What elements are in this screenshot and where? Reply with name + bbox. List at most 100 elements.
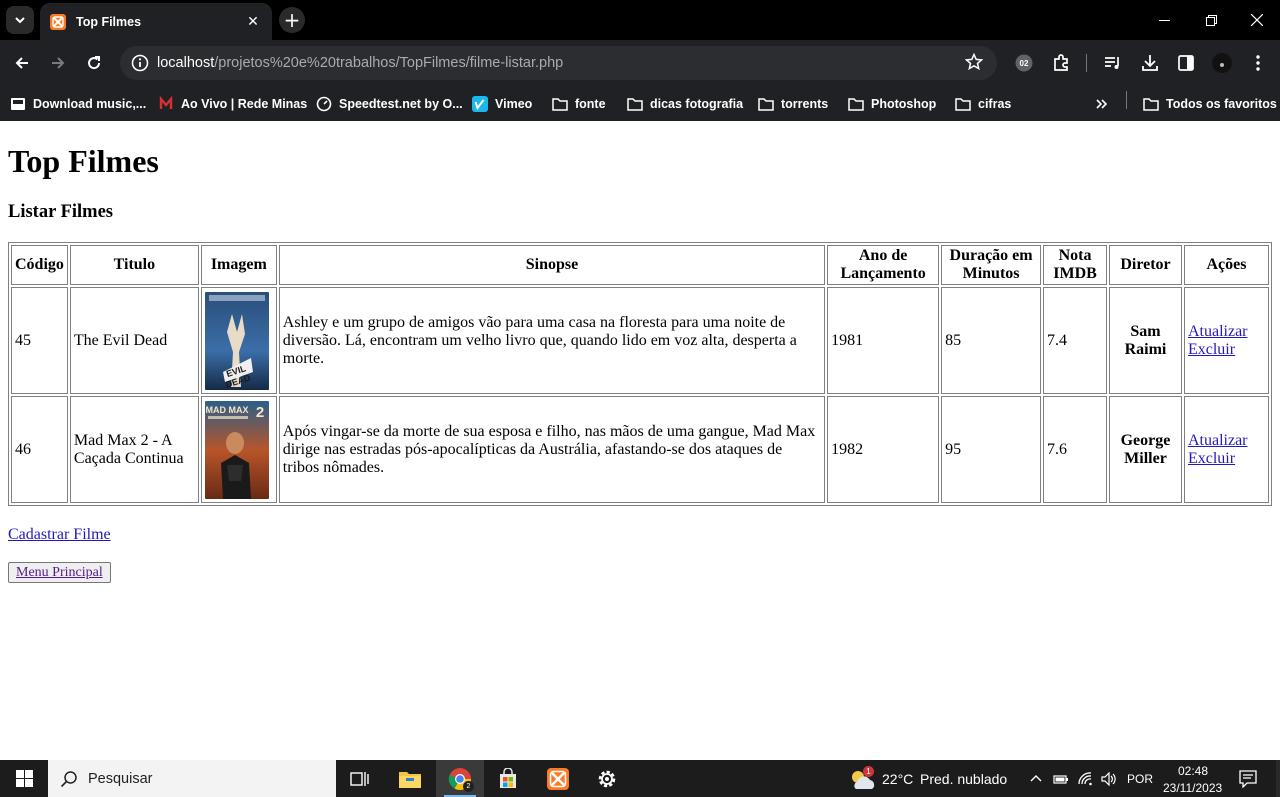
profile-extension-icon[interactable]: 02 [1012, 51, 1036, 75]
forward-button[interactable] [44, 49, 72, 77]
start-button[interactable] [0, 760, 48, 797]
bookmarks-divider [1126, 91, 1127, 109]
url-path: /projetos%20e%20trabalhos/TopFilmes/film… [214, 55, 564, 71]
extensions-puzzle-icon[interactable] [1049, 51, 1073, 75]
menu-principal-button[interactable]: Menu Principal [8, 562, 111, 583]
minimize-button[interactable] [1141, 0, 1187, 40]
bookmark-label: Vimeo [495, 97, 533, 111]
notification-icon [1239, 769, 1257, 788]
cadastrar-filme-link[interactable]: Cadastrar Filme [8, 526, 111, 544]
speaker-icon [1101, 771, 1116, 786]
battery-tray-icon[interactable] [1049, 760, 1073, 797]
bookmark-label: Photoshop [871, 97, 937, 111]
bookmarks-overflow-button[interactable] [1095, 93, 1109, 115]
double-chevron-right-icon [1096, 99, 1108, 109]
input-language[interactable]: POR [1127, 772, 1153, 786]
evil-dead-poster: EVIL DEAD [204, 291, 269, 390]
back-button[interactable] [8, 49, 36, 77]
network-tray-icon[interactable] [1074, 760, 1098, 797]
notifications-button[interactable] [1234, 760, 1262, 797]
bookmark-folder-cifras[interactable]: cifras [955, 93, 1011, 115]
browser-toolbar: localhost/projetos%20e%20trabalhos/TopFi… [0, 40, 1280, 86]
close-window-button[interactable] [1234, 0, 1280, 40]
atualizar-link[interactable]: Atualizar [1188, 432, 1248, 449]
weather-temperature[interactable]: 22°C [882, 771, 913, 787]
bookmark-label: torrents [781, 97, 829, 111]
header-duracao: Duração em Minutos [941, 245, 1042, 285]
clock-time[interactable]: 02:48 [1178, 764, 1208, 778]
excluir-link[interactable]: Excluir [1188, 450, 1235, 467]
bookmark-folder-photoshop[interactable]: Photoshop [848, 93, 936, 115]
browser-tab-active[interactable]: Top Filmes ✕ [40, 3, 272, 40]
cell-nota: 7.6 [1043, 396, 1107, 503]
taskbar-search-box[interactable]: Pesquisar [48, 760, 336, 797]
speedtest-icon [316, 96, 332, 112]
page-subtitle: Listar Filmes [8, 202, 113, 222]
cell-sinopse: Após vingar-se da morte de sua esposa e … [278, 396, 826, 503]
battery-icon [1053, 774, 1068, 784]
header-imagem: Imagem [200, 245, 277, 285]
folder-icon [627, 96, 643, 112]
bookmark-folder-torrents[interactable]: torrents [758, 93, 828, 115]
bookmark-folder-dicas-fotografia[interactable]: dicas fotografia [627, 93, 743, 115]
new-tab-button[interactable]: + [279, 7, 305, 33]
bookmark-vimeo[interactable]: Vimeo [472, 93, 532, 115]
bookmark-folder-fonte[interactable]: fonte [552, 93, 606, 115]
restore-button[interactable] [1188, 0, 1234, 40]
atualizar-link[interactable]: Atualizar [1188, 323, 1248, 340]
bookmark-rede-minas[interactable]: Ao Vivo | Rede Minas [158, 93, 307, 115]
svg-text:MAD MAX: MAD MAX [205, 405, 248, 415]
mad-max-2-poster: MAD MAX 2 [204, 400, 269, 499]
taskbar-xampp[interactable] [534, 760, 582, 797]
folder-icon [758, 96, 774, 112]
address-bar[interactable]: localhost/projetos%20e%20trabalhos/TopFi… [120, 46, 997, 80]
download-icon[interactable] [1138, 51, 1162, 75]
profile-avatar-icon[interactable] [1210, 51, 1234, 75]
weather-badge: 1 [863, 766, 874, 777]
cell-diretor: Sam Raimi [1109, 287, 1182, 394]
volume-tray-icon[interactable] [1097, 760, 1121, 797]
browser-menu-icon[interactable] [1246, 51, 1270, 75]
browser-tab-bar: Top Filmes ✕ + [0, 0, 1280, 40]
reload-button[interactable] [80, 49, 108, 77]
media-control-icon[interactable] [1101, 51, 1125, 75]
films-table: Código Titulo Imagem Sinopse Ano de Lanç… [8, 242, 1272, 506]
show-desktop-button[interactable] [1276, 760, 1280, 797]
weather-description[interactable]: Pred. nublado [920, 771, 1007, 787]
clock-date[interactable]: 23/11/2023 [1163, 781, 1222, 795]
taskbar-settings[interactable] [583, 760, 631, 797]
reload-icon [88, 56, 101, 70]
header-diretor: Diretor [1109, 245, 1182, 285]
folder-icon [552, 96, 568, 112]
excluir-link[interactable]: Excluir [1188, 341, 1235, 358]
bookmark-download-music[interactable]: Download music,... [10, 93, 146, 115]
taskbar-file-explorer[interactable] [386, 760, 434, 797]
task-view-button[interactable] [336, 760, 384, 797]
side-panel-icon[interactable] [1174, 51, 1198, 75]
extension-badge: 02 [1019, 58, 1029, 68]
arrow-right-icon [52, 57, 65, 69]
tab-search-button[interactable] [6, 6, 34, 34]
tab-close-icon[interactable]: ✕ [244, 14, 262, 30]
arrow-left-icon [15, 57, 28, 69]
bookmark-star-icon[interactable] [964, 52, 984, 75]
cell-ano: 1982 [827, 396, 940, 503]
cell-titulo: The Evil Dead [69, 287, 199, 394]
restore-icon [1205, 14, 1217, 26]
taskbar-microsoft-store[interactable] [484, 760, 532, 797]
page-title: Top Filmes [8, 143, 159, 179]
cell-duracao: 85 [941, 287, 1042, 394]
cell-codigo: 45 [11, 287, 68, 394]
site-info-icon[interactable] [130, 53, 150, 73]
show-hidden-icons-button[interactable] [1024, 760, 1048, 797]
all-bookmarks-folder[interactable]: Todos os favoritos [1143, 93, 1277, 115]
weather-widget-icon[interactable]: 1 [846, 760, 878, 797]
chevron-down-icon [15, 17, 25, 24]
taskbar-chrome[interactable]: 2 [436, 760, 484, 797]
header-nota: Nota IMDB [1043, 245, 1107, 285]
toolbar-divider [1086, 54, 1087, 72]
bookmark-speedtest[interactable]: Speedtest.net by O... [316, 93, 463, 115]
header-titulo: Titulo [69, 245, 199, 285]
bookmark-label: Ao Vivo | Rede Minas [181, 97, 308, 111]
cell-nota: 7.4 [1043, 287, 1107, 394]
